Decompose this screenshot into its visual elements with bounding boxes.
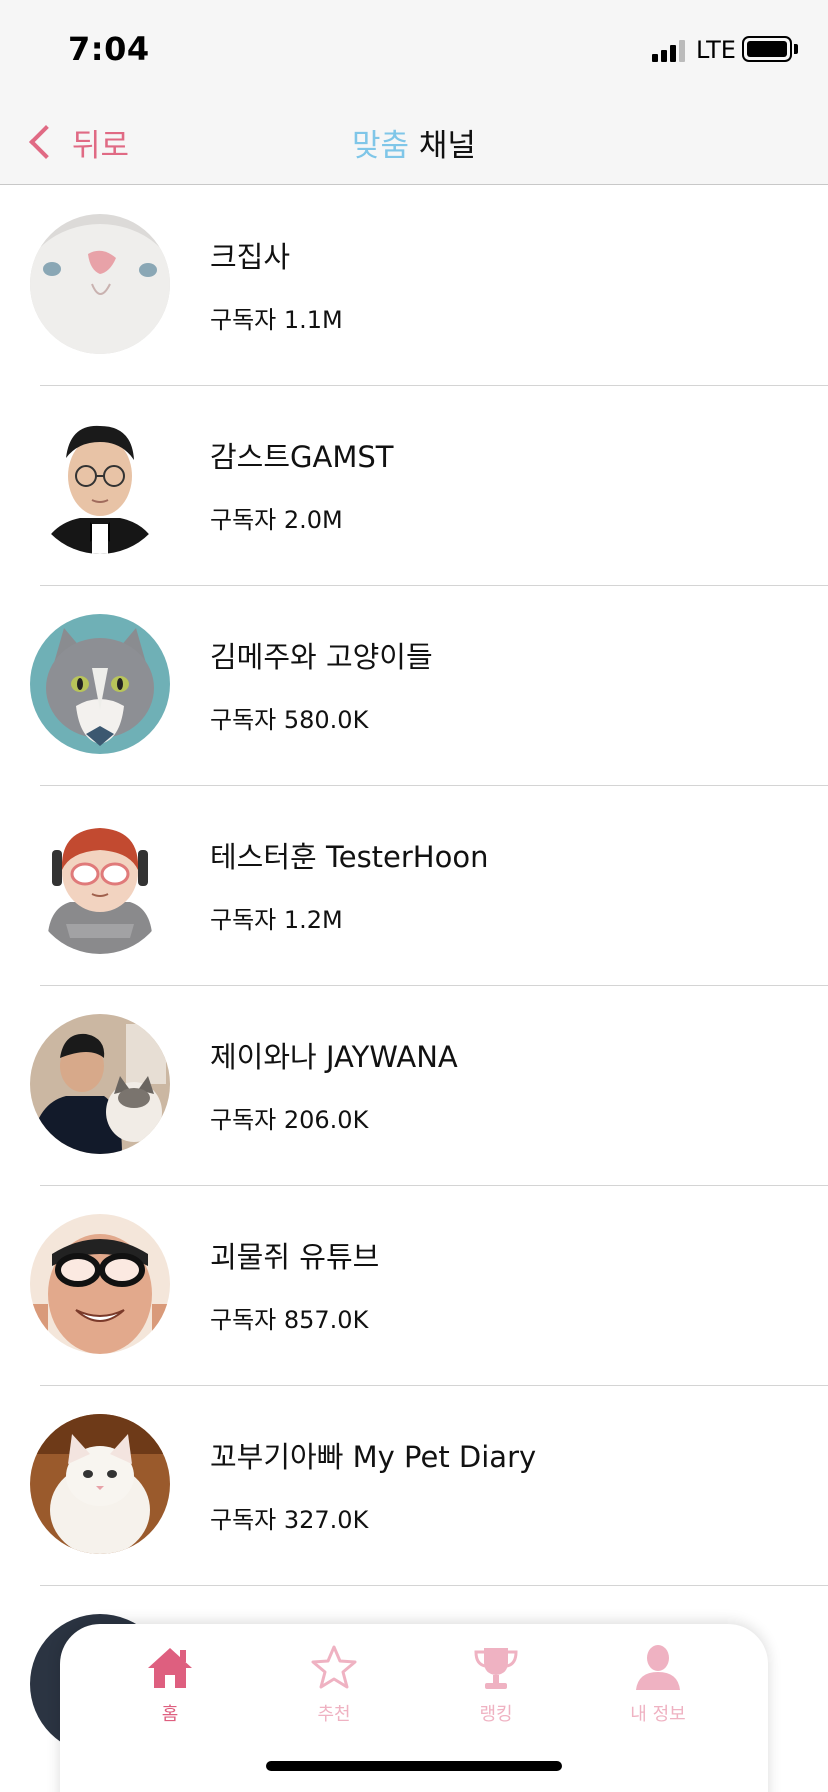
channel-name: 괴물쥐 유튜브 (210, 1240, 380, 1274)
channel-name: 제이와나 JAYWANA (210, 1040, 458, 1074)
signal-strength-icon (652, 38, 686, 62)
tab-recommend[interactable]: 추천 (274, 1642, 394, 1726)
channel-avatar (30, 214, 170, 354)
channel-row[interactable]: 감스트GAMST 구독자 2.0M (0, 386, 828, 586)
channel-name: 꼬부기아빠 My Pet Diary (210, 1440, 537, 1474)
page-title-accent: 맞춤 (352, 128, 410, 164)
channel-row[interactable]: 테스터훈 TesterHoon 구독자 1.2M (0, 786, 828, 986)
status-time: 7:04 (68, 30, 150, 68)
channel-avatar (30, 414, 170, 554)
channel-avatar (30, 614, 170, 754)
channel-subscribers: 구독자 206.0K (210, 1106, 369, 1134)
channel-subscribers: 구독자 1.2M (210, 906, 343, 934)
tab-ranking[interactable]: 랭킹 (436, 1642, 556, 1726)
channel-avatar (30, 814, 170, 954)
channel-name: 테스터훈 TesterHoon (210, 840, 489, 874)
tab-home-label: 홈 (161, 1704, 179, 1725)
channel-subscribers: 구독자 327.0K (210, 1506, 369, 1534)
network-label: LTE (696, 36, 736, 64)
tab-home[interactable]: 홈 (110, 1642, 230, 1726)
page-title-rest: 채널 (409, 128, 476, 164)
tab-my-info-label: 내 정보 (630, 1704, 686, 1725)
status-bar: 7:04 LTE (0, 0, 828, 100)
channel-name: 크집사 (210, 240, 291, 274)
channel-row[interactable]: 꼬부기아빠 My Pet Diary 구독자 327.0K (0, 1386, 828, 1586)
channel-subscribers: 구독자 857.0K (210, 1306, 369, 1334)
channel-name: 김메주와 고양이들 (210, 640, 433, 674)
home-indicator (266, 1761, 562, 1771)
person-icon (636, 1645, 680, 1690)
channel-row[interactable]: 크집사 구독자 1.1M (0, 186, 828, 386)
channel-row[interactable]: 김메주와 고양이들 구독자 580.0K (0, 586, 828, 786)
channel-row[interactable]: 괴물쥐 유튜브 구독자 857.0K (0, 1186, 828, 1386)
channel-list: 크집사 구독자 1.1M 감스트GAMST 구독자 2.0M 김메주와 고양이들… (0, 186, 828, 1586)
navigation-bar: 뒤로 맞춤 채널 (0, 100, 828, 185)
battery-icon (742, 36, 792, 62)
channel-avatar (30, 1414, 170, 1554)
tab-ranking-label: 랭킹 (479, 1704, 513, 1725)
channel-subscribers: 구독자 1.1M (210, 306, 343, 334)
home-icon (148, 1648, 192, 1688)
page-title: 맞춤 채널 (0, 120, 828, 165)
tab-my-info[interactable]: 내 정보 (598, 1642, 718, 1726)
star-icon (311, 1645, 357, 1689)
tab-recommend-label: 추천 (317, 1704, 351, 1725)
channel-row[interactable]: 제이와나 JAYWANA 구독자 206.0K (0, 986, 828, 1186)
channel-name: 감스트GAMST (210, 440, 394, 474)
channel-subscribers: 구독자 580.0K (210, 706, 369, 734)
trophy-icon (474, 1648, 518, 1689)
channel-avatar (30, 1014, 170, 1154)
channel-avatar (30, 1214, 170, 1354)
row-divider (40, 1585, 828, 1586)
battery-cap (794, 44, 798, 54)
channel-subscribers: 구독자 2.0M (210, 506, 343, 534)
